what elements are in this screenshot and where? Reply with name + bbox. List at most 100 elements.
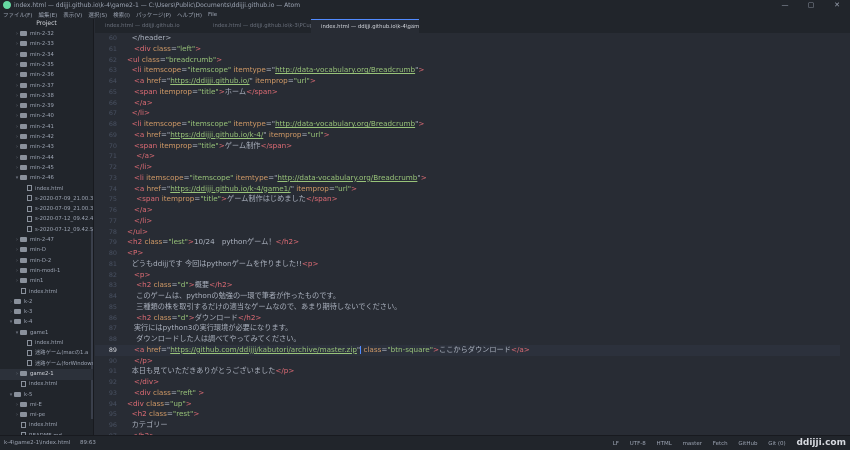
code-line[interactable]: 95 <h2 class="rest"> [95,409,840,420]
tree-folder[interactable]: ▾ k-4 [0,317,93,328]
editor-scrollbar[interactable] [840,33,850,435]
tree-folder[interactable]: › min-2-40 [0,111,93,122]
tree-file[interactable]: 迷路ゲーム(forWindows [0,359,93,370]
status-file-path[interactable]: k-4\game2-1\index.html [4,440,70,446]
tree-folder[interactable]: › min-2-47 [0,235,93,246]
tree-folder[interactable]: › min-2-41 [0,122,93,133]
tree-folder[interactable]: › min-2-36 [0,70,93,81]
minimize-button[interactable]: — [772,0,798,10]
status-git-branch[interactable]: master [683,441,702,447]
code-line[interactable]: 79 <h2 class="lest">10/24 pythonゲーム！</h2> [95,237,840,248]
code-line[interactable]: 83 <h2 class="d">概要</h2> [95,280,840,291]
status-encoding[interactable]: UTF-8 [630,441,646,447]
tree-folder[interactable]: › min-2-35 [0,60,93,71]
tree-folder[interactable]: › min-modi-1 [0,266,93,277]
close-button[interactable]: ✕ [824,0,850,10]
menu-view[interactable]: 表示(V) [63,11,82,19]
status-line-ending[interactable]: LF [613,441,619,447]
tree-folder[interactable]: ▾ game1 [0,328,93,339]
code-line[interactable]: 92 </div> [95,377,840,388]
code-line[interactable]: 85 三種類の株を取引するだけの適当なゲームなので、あまり期待しないでください。 [95,302,840,313]
tree-file[interactable]: index.html [0,420,93,431]
code-line[interactable]: 76 </a> [95,205,840,216]
maximize-button[interactable]: ▢ [798,0,824,10]
editor-tab[interactable]: index.html — ddijji.github.io\k-3\PCup [203,19,311,33]
code-line[interactable]: 60 </header> [95,33,840,44]
code-line[interactable]: 88 ダウンロードした人は調べてやってみてください。 [95,334,840,345]
code-line[interactable]: 82 <p> [95,270,840,281]
status-cursor-position[interactable]: 89:63 [80,440,96,446]
tree-file[interactable]: 迷路ゲーム(macの1.a [0,348,93,359]
tree-folder[interactable]: › k-2 [0,297,93,308]
code-line[interactable]: 73 <li itemscope="itemscope" itemtype="h… [95,173,840,184]
code-line[interactable]: 87 実行にはpython3の実行環境が必要になります。 [95,323,840,334]
tree-file[interactable]: s-2020-07-12_09.42.4 [0,214,93,225]
status-github[interactable]: GitHub [738,441,757,447]
code-line[interactable]: 71 </a> [95,151,840,162]
tree-file[interactable]: index.html [0,338,93,349]
tree-folder[interactable]: › mi-pe [0,410,93,421]
code-line[interactable]: 75 <span itemprop="title">ゲーム制作はじめました</s… [95,194,840,205]
code-line[interactable]: 63 <li itemscope="itemscope" itemtype="h… [95,65,840,76]
menu-help[interactable]: ヘルプ(H) [177,11,202,19]
editor-tab[interactable]: index.html — ddijji.github.io [95,19,203,33]
tab-close-icon[interactable]: × [410,20,415,33]
tree-folder[interactable]: › min-2-45 [0,163,93,174]
tree-folder[interactable]: › min-2-34 [0,50,93,61]
editor-tab[interactable]: index.html — ddijji.github.io\k-4\game2-… [311,19,419,33]
code-line[interactable]: 69 <a href="https://ddijji.github.io/k-4… [95,130,840,141]
menu-file[interactable]: ファイル(F) [3,11,32,19]
tree-folder[interactable]: ▾ min-2-46 [0,173,93,184]
tree-folder[interactable]: › min-2-38 [0,91,93,102]
code-line[interactable]: 65 <span itemprop="title">ホーム</span> [95,87,840,98]
code-line[interactable]: 61 <div class="left"> [95,44,840,55]
tree-folder[interactable]: › min-2-44 [0,153,93,164]
tree-folder[interactable]: › min-2-39 [0,101,93,112]
code-line[interactable]: 91 本日も見ていただきありがとうございました</p> [95,366,840,377]
code-editor[interactable]: 60 </header> 61 <div class="left"> 62 <ul c… [95,33,840,435]
menu-file-extra[interactable]: File [208,12,217,18]
code-line[interactable]: 68 <li itemscope="itemscope" itemtype="h… [95,119,840,130]
code-line[interactable]: 62 <ul class="breadcrumb"> [95,55,840,66]
tree-folder[interactable]: › min-2-32 [0,29,93,40]
status-fetch[interactable]: Fetch [713,441,728,447]
tree-file[interactable]: s-2020-07-12_09.42.5 [0,225,93,236]
tree-folder[interactable]: › min1 [0,276,93,287]
menu-selection[interactable]: 選択(S) [88,11,107,19]
code-line[interactable]: 90 </p> [95,356,840,367]
code-line[interactable]: 81 どうもddijjです 今回はpythonゲームを作りました!!<p> [95,259,840,270]
tree-folder[interactable]: › min-D-2 [0,256,93,267]
code-line[interactable]: 93 <div class="reft" > [95,388,840,399]
tree-folder[interactable]: › min-2-42 [0,132,93,143]
code-line[interactable]: 80 <P> [95,248,840,259]
tree-file[interactable]: index.html [0,287,93,298]
code-line[interactable]: 70 <span itemprop="title">ゲーム制作</span> [95,141,840,152]
tree-folder[interactable]: › min-2-43 [0,142,93,153]
tree-folder[interactable]: › game2-1 [0,368,93,380]
tree-file[interactable]: s-2020-07-09_21.00.3 [0,204,93,215]
status-git[interactable]: Git (0) [768,441,786,447]
code-line[interactable]: 72 </li> [95,162,840,173]
menu-find[interactable]: 検索(I) [113,11,130,19]
tree-file[interactable]: index.html [0,379,93,390]
menu-edit[interactable]: 編集(E) [38,11,57,19]
tree-file[interactable]: s-2020-07-09_21.00.3 [0,194,93,205]
code-line[interactable]: 67 </li> [95,108,840,119]
status-grammar[interactable]: HTML [657,441,672,447]
code-line[interactable]: 78 </ul> [95,227,840,238]
tree-file[interactable]: index.html [0,184,93,195]
code-line[interactable]: 89 <a href="https://github.com/ddijji/ka… [95,344,840,356]
code-line[interactable]: 66 </a> [95,98,840,109]
code-line[interactable]: 94 <div class="up"> [95,399,840,410]
tree-folder[interactable]: › k-3 [0,307,93,318]
tree-folder[interactable]: › mi-E [0,400,93,411]
tree-folder[interactable]: ▾ k-5 [0,390,93,401]
code-line[interactable]: 64 <a href="https://ddijji.github.io/" i… [95,76,840,87]
tree-folder[interactable]: › min-2-33 [0,39,93,50]
code-line[interactable]: 96 カテゴリー [95,420,840,431]
code-line[interactable]: 86 <h2 class="d">ダウンロード</h2> [95,313,840,324]
code-line[interactable]: 84 このゲームは、pythonの勉強の一環で筆者が作ったものです。 [95,291,840,302]
code-line[interactable]: 77 </li> [95,216,840,227]
menu-packages[interactable]: パッケージ(P) [136,11,171,19]
tree-folder[interactable]: › min-D [0,245,93,256]
